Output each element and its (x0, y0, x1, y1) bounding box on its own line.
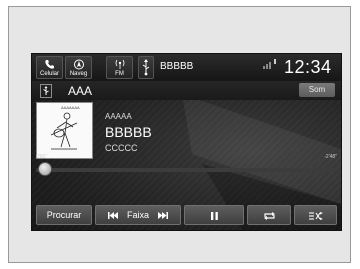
remaining-time: -2'48" (324, 154, 337, 160)
artist-name: AAAAA (105, 112, 132, 121)
pause-icon (210, 211, 218, 220)
skip-back-icon[interactable] (108, 212, 119, 220)
navigation-button[interactable]: Naveg (65, 56, 92, 79)
source-row: AAA Som (32, 81, 341, 100)
shuffle-button[interactable] (294, 205, 337, 225)
usb-icon (142, 59, 150, 76)
search-label: Procurar (46, 210, 82, 220)
usb-source-button[interactable] (138, 56, 154, 79)
album-name: CCCCC (105, 143, 138, 153)
source-name: AAA (68, 84, 93, 98)
source-title: BBBBB (160, 61, 194, 72)
repeat-icon (263, 211, 275, 220)
clock: 12:34 (284, 57, 332, 77)
guitarist-illustration (50, 112, 78, 150)
album-art: AAAAAAA (36, 102, 93, 159)
repeat-button[interactable] (247, 205, 291, 225)
track-title: BBBBB (105, 124, 152, 140)
fm-button[interactable]: FM (106, 56, 133, 79)
album-art-caption: AAAAAAA (61, 105, 80, 110)
elapsed-time: 0'01" (36, 154, 48, 160)
progress-track[interactable] (36, 168, 336, 172)
phone-label: Celular (39, 71, 59, 77)
phone-icon (44, 60, 54, 69)
search-button[interactable]: Procurar (36, 205, 92, 225)
track-control: Faixa (95, 205, 181, 225)
skip-forward-icon[interactable] (157, 212, 168, 220)
shuffle-icon (308, 211, 323, 220)
signal-strength-icon (263, 59, 276, 69)
navigation-icon (73, 59, 84, 70)
phone-button[interactable]: Celular (36, 56, 63, 79)
track-label: Faixa (126, 210, 149, 220)
navigation-label: Naveg (69, 71, 88, 77)
sound-button[interactable]: Som (299, 83, 335, 97)
audio-screen: Celular Naveg FM BBBBB 12:34 AAA Som AAA… (31, 53, 342, 231)
progress-thumb[interactable] (37, 162, 52, 176)
usb-icon (40, 84, 52, 98)
pause-button[interactable] (184, 205, 244, 225)
status-bar: Celular Naveg FM BBBBB 12:34 (32, 54, 341, 82)
fm-label: FM (115, 71, 124, 77)
radio-icon (115, 59, 124, 69)
